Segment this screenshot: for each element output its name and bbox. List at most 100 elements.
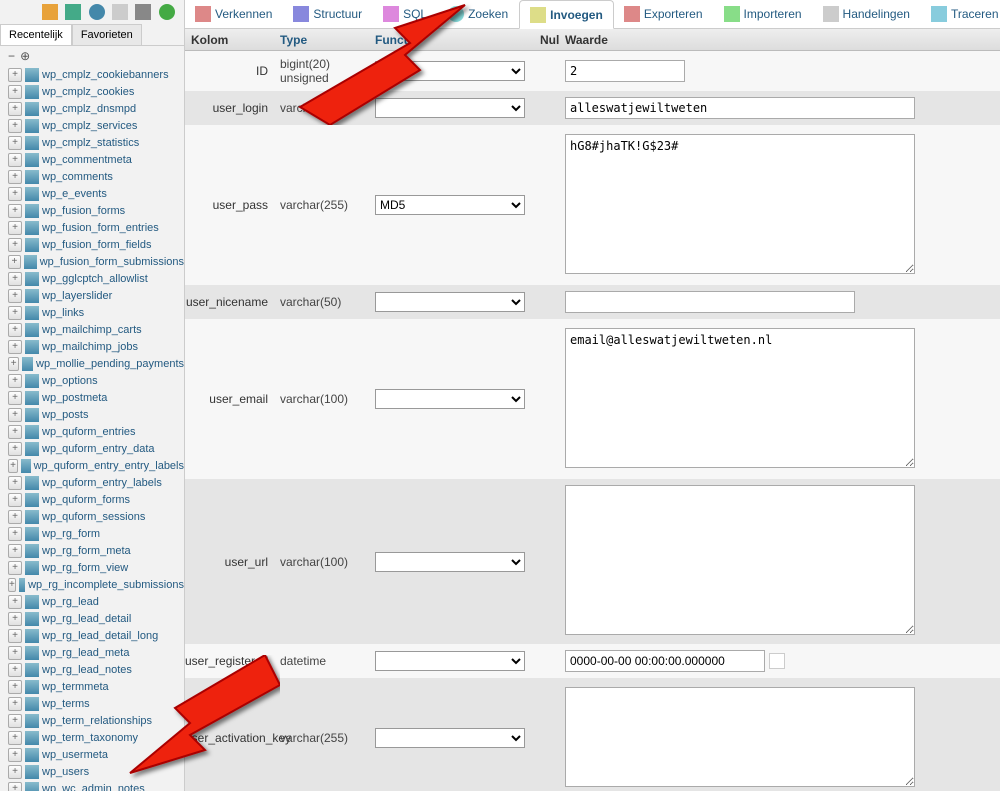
calendar-icon[interactable] bbox=[769, 653, 785, 669]
expand-icon[interactable]: + bbox=[8, 493, 22, 507]
table-link[interactable]: wp_rg_lead_detail_long bbox=[42, 630, 158, 642]
expand-icon[interactable]: + bbox=[8, 731, 22, 745]
table-wp_comments[interactable]: +wp_comments bbox=[8, 168, 184, 185]
table-wp_rg_lead[interactable]: + wp_rg_lead bbox=[8, 593, 184, 610]
expand-icon[interactable]: + bbox=[8, 85, 22, 99]
table-wp_termmeta[interactable]: +wp_termmeta bbox=[8, 678, 184, 695]
expand-icon[interactable]: + bbox=[8, 204, 22, 218]
table-wp_cmplz_dnsmpd[interactable]: +wp_cmplz_dnsmpd bbox=[8, 100, 184, 117]
table-link[interactable]: wp_rg_lead bbox=[42, 596, 99, 608]
help-icon[interactable] bbox=[89, 4, 105, 20]
table-link[interactable]: wp_rg_lead_notes bbox=[42, 664, 132, 676]
table-link[interactable]: wp_term_taxonomy bbox=[42, 732, 138, 744]
table-link[interactable]: wp_rg_lead_detail bbox=[42, 613, 131, 625]
table-link[interactable]: wp_links bbox=[42, 307, 84, 319]
input-user-url[interactable] bbox=[565, 485, 915, 635]
expand-icon[interactable]: + bbox=[8, 595, 22, 609]
expand-icon[interactable]: + bbox=[8, 476, 22, 490]
table-wp_wc_admin_notes[interactable]: +wp_wc_admin_notes bbox=[8, 780, 184, 791]
expand-icon[interactable]: + bbox=[8, 561, 22, 575]
expand-icon[interactable]: + bbox=[8, 646, 22, 660]
table-link[interactable]: wp_usermeta bbox=[42, 749, 108, 761]
tab-structuur[interactable]: Structuur bbox=[283, 0, 373, 28]
table-wp_cmplz_statistics[interactable]: +wp_cmplz_statistics bbox=[8, 134, 184, 151]
table-link[interactable]: wp_quform_forms bbox=[42, 494, 130, 506]
table-wp_cmplz_cookies[interactable]: + wp_cmplz_cookies bbox=[8, 83, 184, 100]
expand-icon[interactable]: + bbox=[8, 697, 22, 711]
input-user-pass[interactable] bbox=[565, 134, 915, 274]
table-link[interactable]: wp_termmeta bbox=[42, 681, 109, 693]
table-wp_fusion_form_fields[interactable]: + wp_fusion_form_fields bbox=[8, 236, 184, 253]
func-id[interactable] bbox=[375, 61, 525, 81]
func-user-email[interactable] bbox=[375, 389, 525, 409]
expand-icon[interactable]: + bbox=[8, 578, 16, 592]
table-wp_usermeta[interactable]: + wp_usermeta bbox=[8, 746, 184, 763]
expand-icon[interactable]: + bbox=[8, 238, 22, 252]
func-user-pass[interactable]: MD5 bbox=[375, 195, 525, 215]
expand-icon[interactable]: + bbox=[8, 510, 22, 524]
table-wp_postmeta[interactable]: + wp_postmeta bbox=[8, 389, 184, 406]
table-link[interactable]: wp_quform_sessions bbox=[42, 511, 145, 523]
input-user-activation-key[interactable] bbox=[565, 687, 915, 787]
input-user-nicename[interactable] bbox=[565, 291, 855, 313]
expand-icon[interactable]: + bbox=[8, 136, 22, 150]
table-link[interactable]: wp_e_events bbox=[42, 188, 107, 200]
table-wp_cmplz_services[interactable]: +wp_cmplz_services bbox=[8, 117, 184, 134]
expand-icon[interactable]: + bbox=[8, 374, 22, 388]
table-link[interactable]: wp_quform_entry_entry_labels bbox=[34, 460, 184, 472]
tab-traceren[interactable]: Traceren bbox=[921, 0, 1000, 28]
table-link[interactable]: wp_fusion_form_submissions bbox=[40, 256, 184, 268]
expand-all[interactable]: ⊕ bbox=[20, 49, 30, 63]
expand-icon[interactable]: + bbox=[8, 340, 22, 354]
expand-icon[interactable]: + bbox=[8, 459, 18, 473]
expand-icon[interactable]: + bbox=[8, 425, 22, 439]
collapse-all[interactable]: − bbox=[8, 49, 15, 63]
table-link[interactable]: wp_postmeta bbox=[42, 392, 107, 404]
table-wp_mailchimp_jobs[interactable]: +wp_mailchimp_jobs bbox=[8, 338, 184, 355]
table-wp_term_taxonomy[interactable]: + wp_term_taxonomy bbox=[8, 729, 184, 746]
expand-icon[interactable]: + bbox=[8, 442, 22, 456]
tab-recent[interactable]: Recentelijk bbox=[0, 24, 72, 45]
func-user-nicename[interactable] bbox=[375, 292, 525, 312]
home-icon[interactable] bbox=[42, 4, 58, 20]
table-link[interactable]: wp_quform_entries bbox=[42, 426, 136, 438]
expand-icon[interactable]: + bbox=[8, 221, 22, 235]
table-wp_posts[interactable]: +wp_posts bbox=[8, 406, 184, 423]
table-wp_layerslider[interactable]: +wp_layerslider bbox=[8, 287, 184, 304]
table-wp_commentmeta[interactable]: +wp_commentmeta bbox=[8, 151, 184, 168]
table-link[interactable]: wp_fusion_form_fields bbox=[42, 239, 151, 251]
table-link[interactable]: wp_quform_entry_data bbox=[42, 443, 155, 455]
func-user-registered[interactable] bbox=[375, 651, 525, 671]
expand-icon[interactable]: + bbox=[8, 153, 22, 167]
table-wp_rg_lead_detail_long[interactable]: +wp_rg_lead_detail_long bbox=[8, 627, 184, 644]
table-link[interactable]: wp_cmplz_cookies bbox=[42, 86, 134, 98]
input-user-email[interactable] bbox=[565, 328, 915, 468]
table-link[interactable]: wp_cmplz_cookiebanners bbox=[42, 69, 169, 81]
table-wp_rg_form_view[interactable]: +wp_rg_form_view bbox=[8, 559, 184, 576]
expand-icon[interactable]: + bbox=[8, 391, 22, 405]
expand-icon[interactable]: + bbox=[8, 68, 22, 82]
table-wp_quform_entry_labels[interactable]: +wp_quform_entry_labels bbox=[8, 474, 184, 491]
table-wp_rg_form_meta[interactable]: +wp_rg_form_meta bbox=[8, 542, 184, 559]
table-wp_term_relationships[interactable]: +wp_term_relationships bbox=[8, 712, 184, 729]
table-wp_rg_lead_meta[interactable]: + wp_rg_lead_meta bbox=[8, 644, 184, 661]
expand-icon[interactable]: + bbox=[8, 323, 22, 337]
table-link[interactable]: wp_rg_form bbox=[42, 528, 100, 540]
expand-icon[interactable]: + bbox=[8, 782, 22, 791]
table-link[interactable]: wp_rg_form_meta bbox=[42, 545, 131, 557]
expand-icon[interactable]: + bbox=[8, 748, 22, 762]
table-link[interactable]: wp_terms bbox=[42, 698, 90, 710]
table-wp_quform_entry_entry_labels[interactable]: + wp_quform_entry_entry_labels bbox=[8, 457, 184, 474]
expand-icon[interactable]: + bbox=[8, 272, 22, 286]
func-user-activation-key[interactable] bbox=[375, 728, 525, 748]
expand-icon[interactable]: + bbox=[8, 663, 22, 677]
expand-icon[interactable]: + bbox=[8, 102, 22, 116]
table-wp_quform_entry_data[interactable]: + wp_quform_entry_data bbox=[8, 440, 184, 457]
table-link[interactable]: wp_term_relationships bbox=[42, 715, 152, 727]
table-wp_rg_lead_detail[interactable]: +wp_rg_lead_detail bbox=[8, 610, 184, 627]
table-wp_options[interactable]: +wp_options bbox=[8, 372, 184, 389]
table-wp_rg_incomplete_submissions[interactable]: +wp_rg_incomplete_submissions bbox=[8, 576, 184, 593]
table-link[interactable]: wp_rg_lead_meta bbox=[42, 647, 129, 659]
expand-icon[interactable]: + bbox=[8, 357, 19, 371]
table-wp_terms[interactable]: + wp_terms bbox=[8, 695, 184, 712]
